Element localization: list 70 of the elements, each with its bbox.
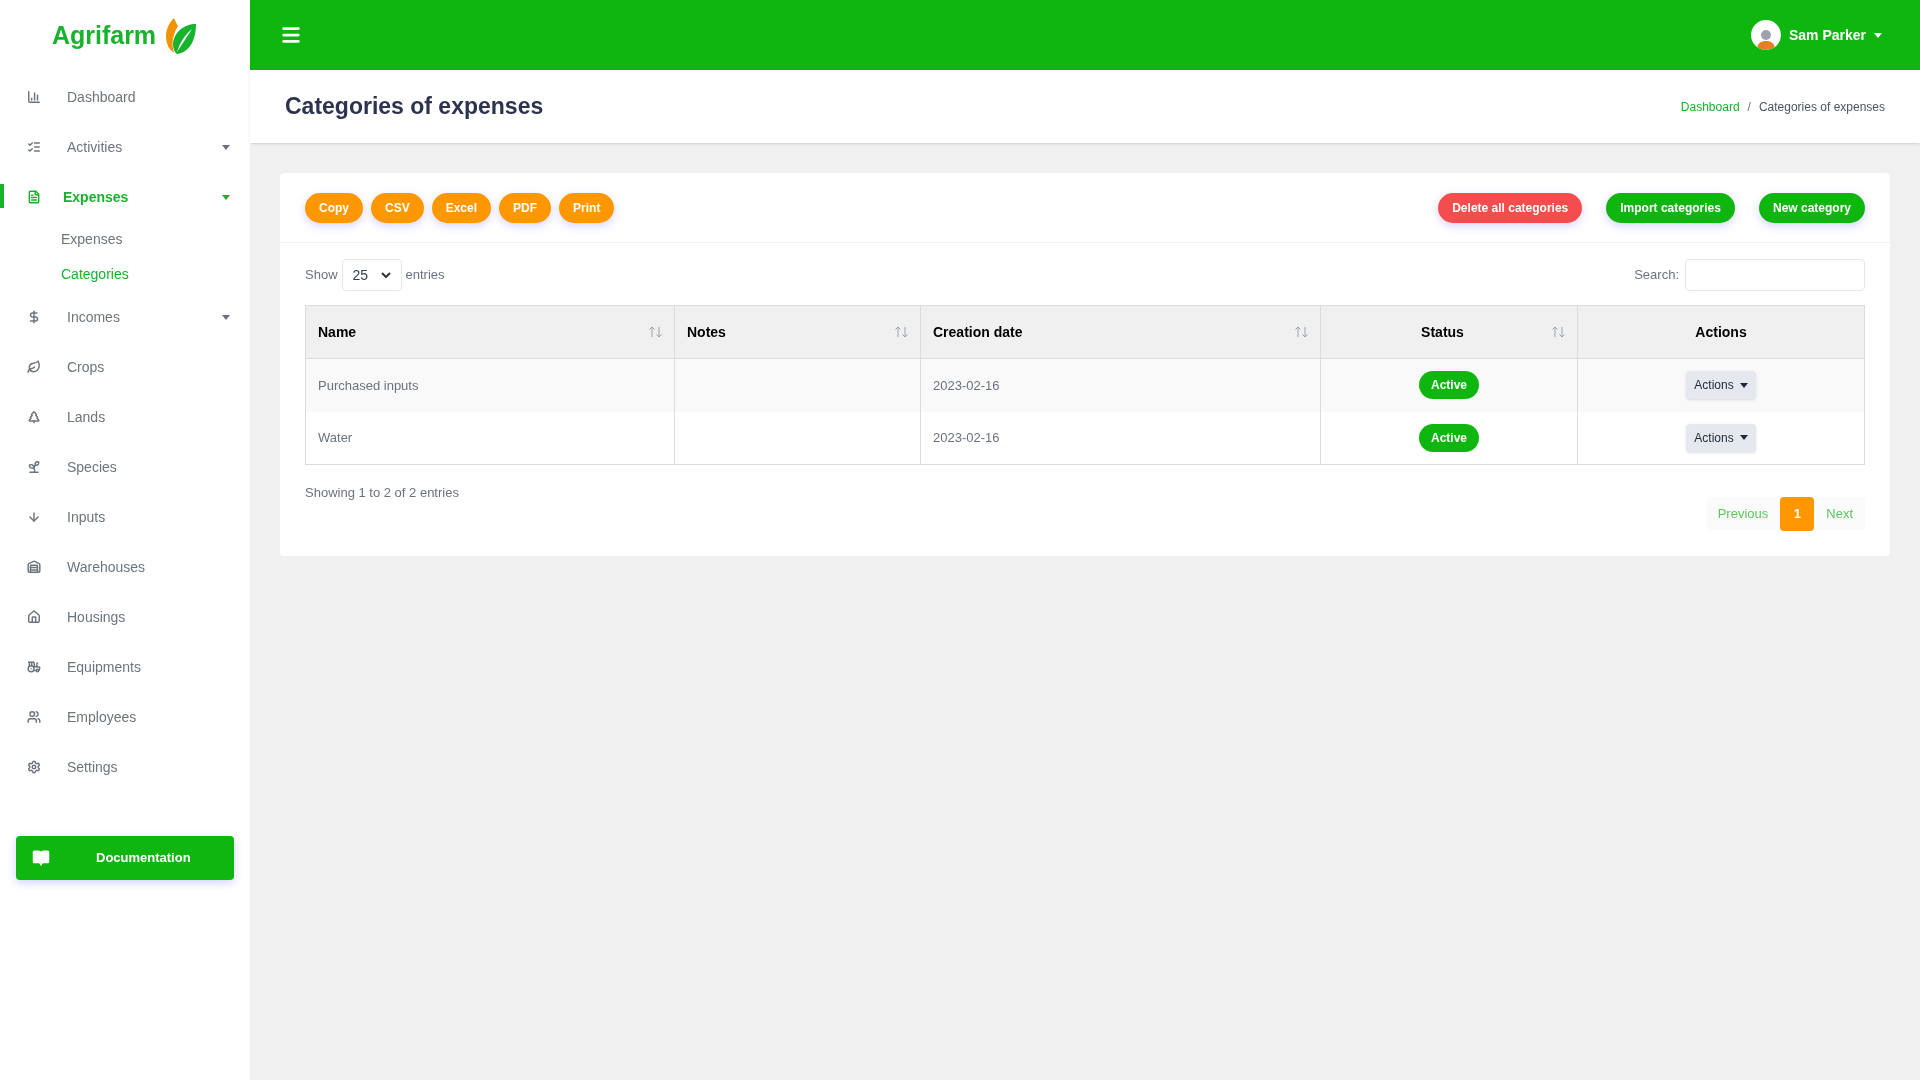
sidebar-item[interactable]: Employees xyxy=(0,692,250,742)
sidebar-item[interactable]: Lands xyxy=(0,392,250,442)
checklist-icon xyxy=(27,140,41,154)
status-badge: Active xyxy=(1419,423,1479,452)
chevron-down-icon xyxy=(380,272,391,278)
table-cell: Water xyxy=(305,411,675,465)
sidebar-item[interactable]: Settings xyxy=(0,742,250,792)
sidebar-item[interactable]: Inputs xyxy=(0,492,250,542)
action-button[interactable]: Delete all categories xyxy=(1438,192,1583,223)
entries-select[interactable]: 25 xyxy=(341,259,402,291)
sidebar-item[interactable]: Crops xyxy=(0,342,250,392)
brand-name: Agrifarm xyxy=(51,20,157,52)
sidebar-item[interactable]: Housings xyxy=(0,592,250,642)
column-header: Actions xyxy=(1577,305,1865,359)
sprout-icon xyxy=(27,460,41,474)
caret-icon xyxy=(1739,435,1748,441)
table-cell: Purchased inputs xyxy=(305,358,675,412)
submenu-item[interactable]: Expenses xyxy=(0,222,250,257)
sidebar-item[interactable]: Incomes xyxy=(0,292,250,342)
users-icon xyxy=(27,710,41,724)
search-label: Search: xyxy=(1634,266,1679,285)
sort-icon[interactable] xyxy=(1552,326,1565,338)
tractor-icon xyxy=(27,660,41,674)
breadcrumb-current: Categories of expenses xyxy=(1758,98,1885,116)
sort-icon[interactable] xyxy=(649,326,662,338)
sidebar-item[interactable]: Warehouses xyxy=(0,542,250,592)
column-header[interactable]: Name xyxy=(305,305,675,359)
tree-icon xyxy=(27,410,41,424)
caret-icon xyxy=(1874,32,1882,38)
page-title: Categories of expenses xyxy=(285,92,544,122)
column-header[interactable]: Status xyxy=(1320,305,1578,359)
sidebar-item[interactable]: Dashboard xyxy=(0,72,250,122)
document-icon xyxy=(27,190,41,204)
avatar[interactable] xyxy=(1750,20,1781,50)
column-header[interactable]: Creation date xyxy=(920,305,1321,359)
submenu-item[interactable]: Categories xyxy=(0,257,250,292)
column-header[interactable]: Notes xyxy=(674,305,921,359)
user-menu[interactable]: Sam Parker xyxy=(1788,24,1866,46)
sidebar-item[interactable]: Species xyxy=(0,442,250,492)
show-label: Show xyxy=(305,266,338,285)
table-cell: 2023-02-16 xyxy=(920,411,1321,465)
settings-icon xyxy=(27,760,41,774)
action-button[interactable]: Import categories xyxy=(1606,192,1735,223)
sort-icon[interactable] xyxy=(895,326,908,338)
arrow-down-icon xyxy=(27,510,41,524)
entries-label: entries xyxy=(405,266,445,285)
warehouse-icon xyxy=(27,560,41,574)
status-badge: Active xyxy=(1419,371,1479,400)
documentation-button[interactable]: Documentation xyxy=(16,836,234,880)
menu-icon[interactable] xyxy=(280,24,302,46)
sidebar-item[interactable]: Expenses xyxy=(0,172,250,222)
active-indicator xyxy=(0,184,4,208)
book-icon xyxy=(32,849,50,867)
sidebar-item[interactable]: Equipments xyxy=(0,642,250,692)
actions-dropdown[interactable]: Actions xyxy=(1686,423,1756,452)
bar-chart-icon xyxy=(27,90,41,104)
table-info: Showing 1 to 2 of 2 entries xyxy=(305,484,459,502)
actions-dropdown[interactable]: Actions xyxy=(1686,371,1756,400)
sort-icon[interactable] xyxy=(1295,326,1308,338)
caret-icon xyxy=(1739,382,1748,388)
breadcrumb-link[interactable]: Dashboard xyxy=(1680,97,1740,116)
leaf-icon xyxy=(27,360,41,374)
house-icon xyxy=(27,610,41,624)
dollar-icon xyxy=(27,310,41,324)
search-field[interactable] xyxy=(1685,259,1865,291)
person-icon xyxy=(1755,28,1776,50)
action-button[interactable]: New category xyxy=(1758,192,1865,223)
table-cell: 2023-02-16 xyxy=(920,358,1321,412)
breadcrumb-separator: / xyxy=(1747,98,1751,116)
sidebar-item[interactable]: Activities xyxy=(0,122,250,172)
